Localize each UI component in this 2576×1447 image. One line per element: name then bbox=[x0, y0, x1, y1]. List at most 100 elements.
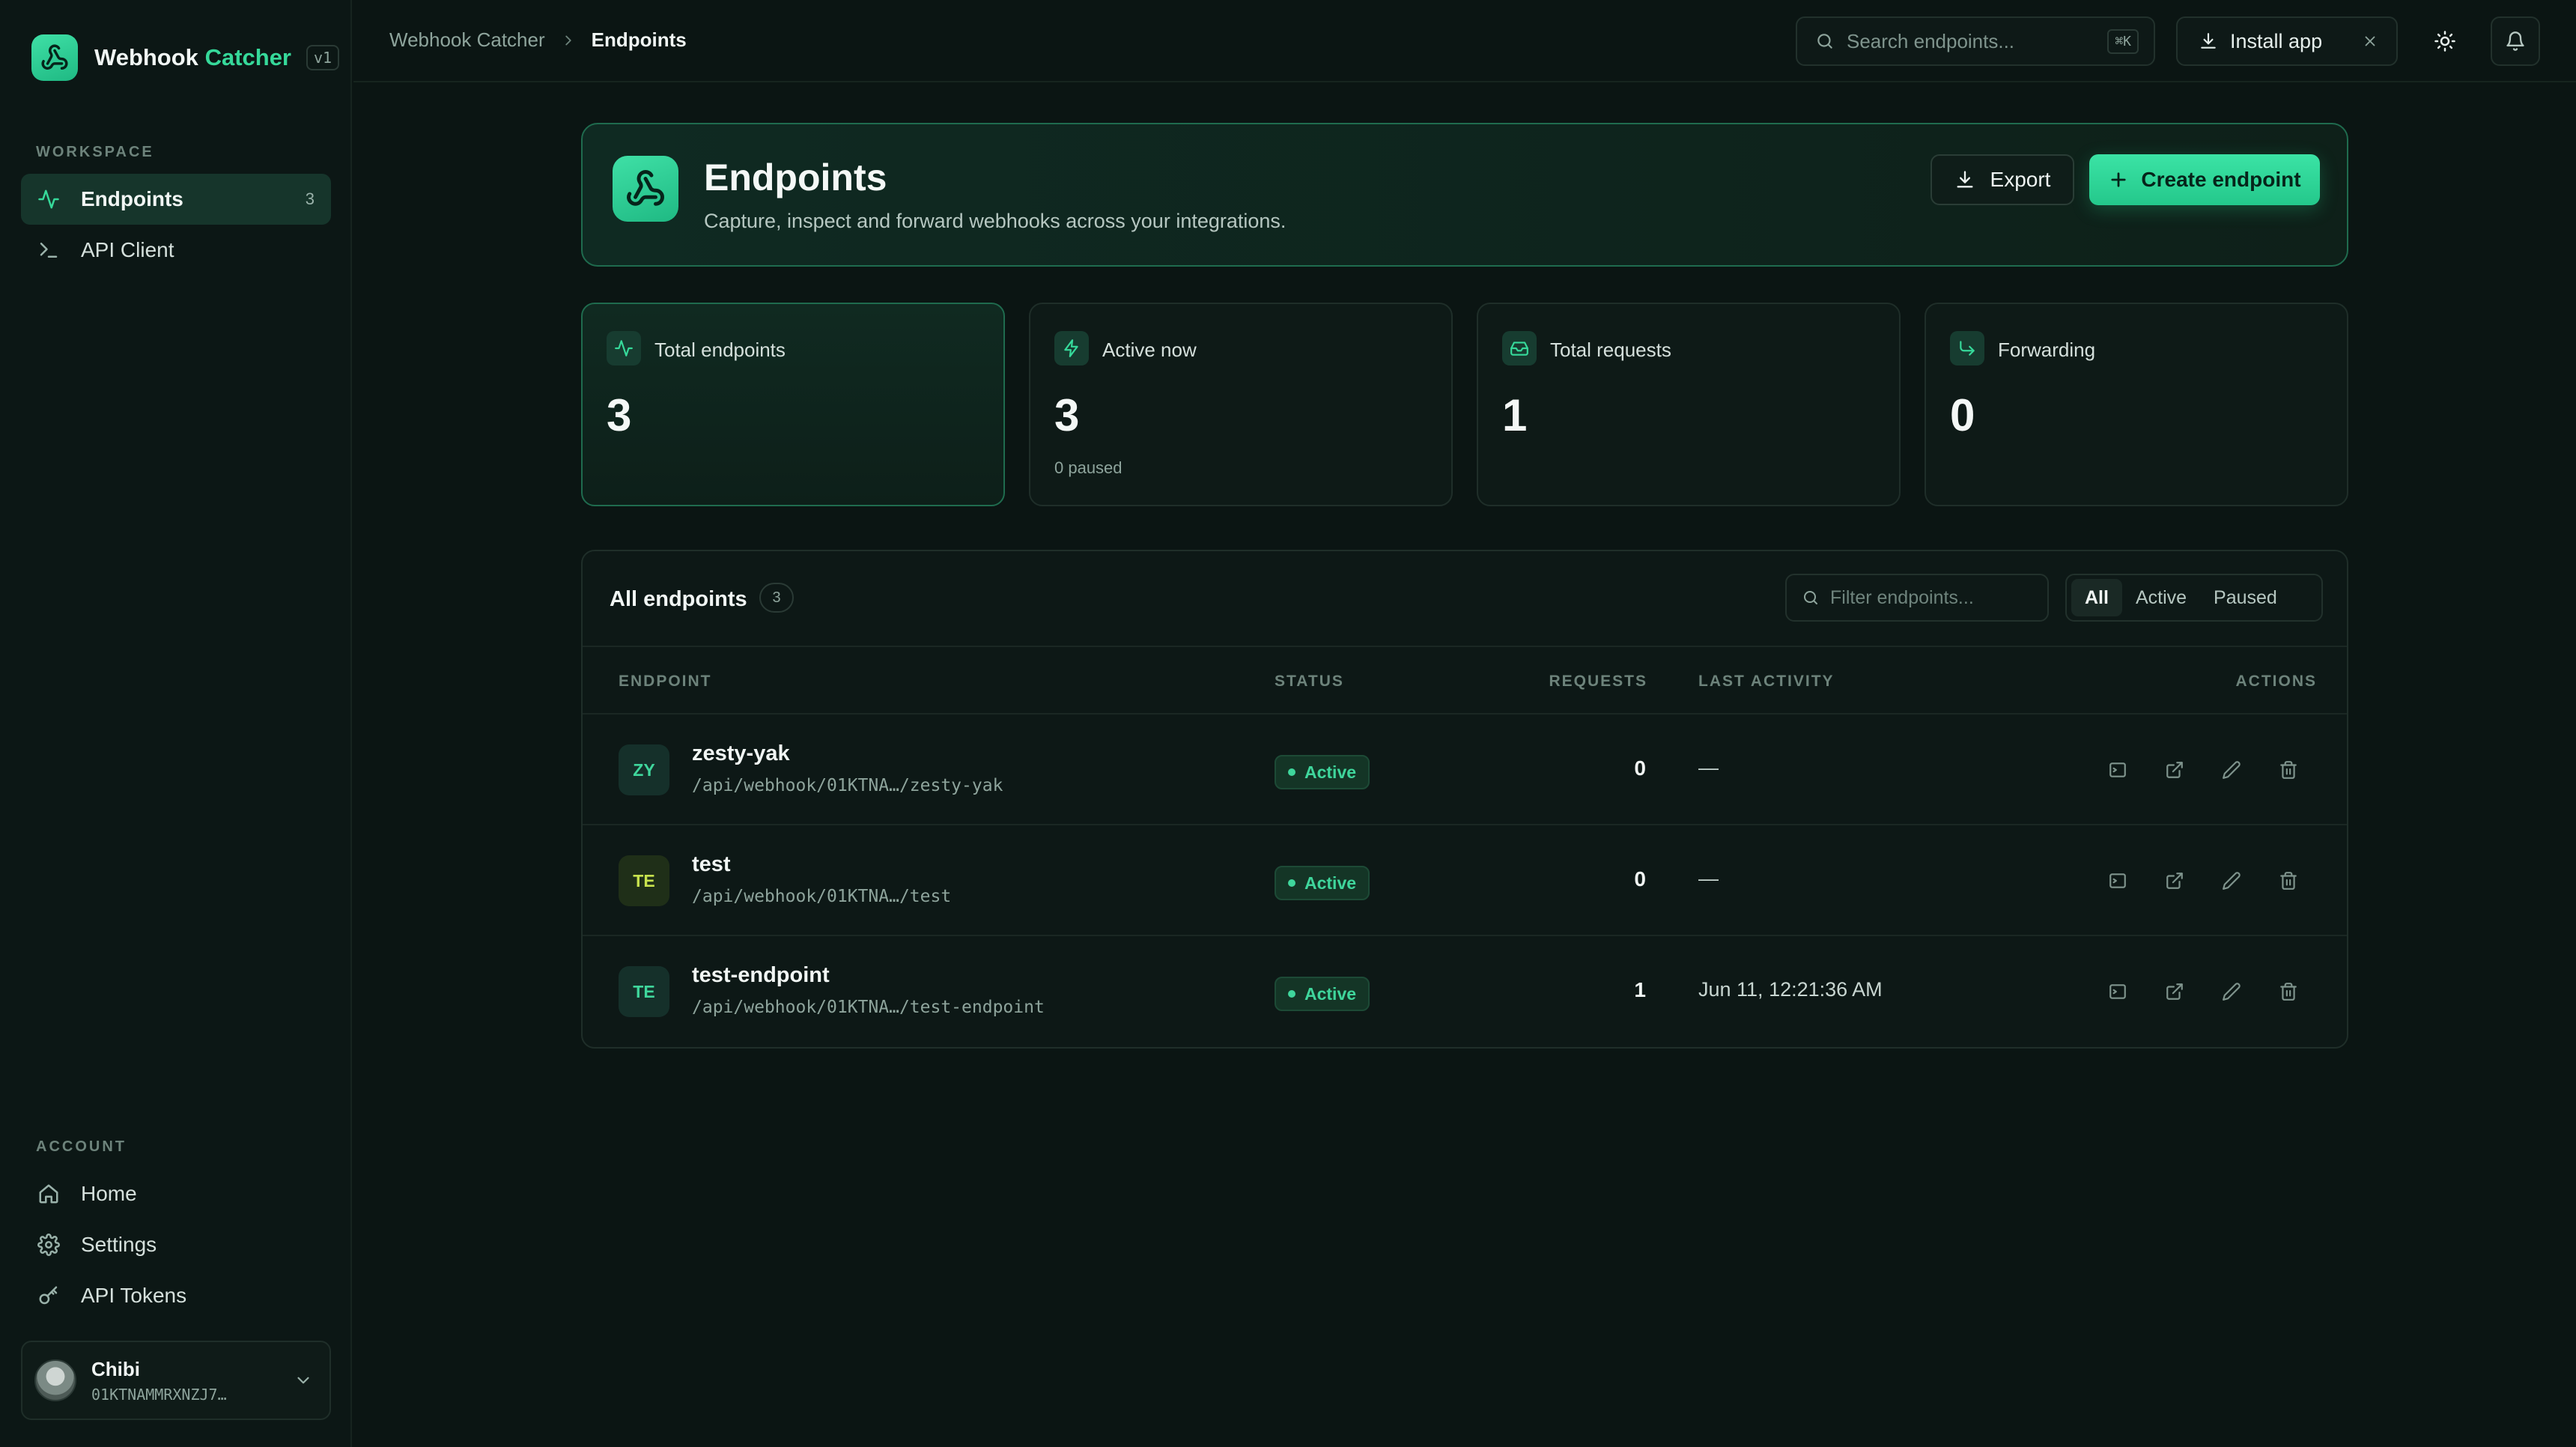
edit-pencil-icon[interactable] bbox=[2215, 864, 2248, 897]
stat-label: Total requests bbox=[1550, 339, 1671, 361]
brand-name: Webhook Catcher bbox=[94, 44, 291, 70]
endpoint-name[interactable]: zesty-yak bbox=[692, 741, 790, 766]
user-menu[interactable]: Chibi 01KTNAMMRXNZJ7… bbox=[21, 1341, 331, 1420]
export-label: Export bbox=[1990, 168, 2051, 191]
download-icon bbox=[2199, 31, 2218, 51]
filter-tab-paused[interactable]: Paused bbox=[2200, 579, 2291, 616]
filter-tab-active[interactable]: Active bbox=[2122, 579, 2200, 616]
theme-toggle-button[interactable] bbox=[2420, 16, 2470, 66]
column-header-status[interactable]: STATUS bbox=[1275, 673, 1344, 691]
status-badge: Active bbox=[1275, 866, 1370, 900]
breadcrumb: Webhook Catcher Endpoints bbox=[389, 28, 687, 52]
sidebar-item-settings[interactable]: Settings bbox=[21, 1219, 331, 1270]
bell-icon bbox=[2505, 31, 2526, 52]
stat-value: 3 bbox=[607, 390, 632, 440]
stat-value: 3 bbox=[1054, 390, 1080, 440]
sidebar-item-label: Endpoints bbox=[81, 187, 183, 210]
home-icon bbox=[36, 1181, 61, 1207]
gear-icon bbox=[36, 1232, 61, 1258]
stat-label: Total endpoints bbox=[654, 339, 786, 361]
table-count-badge: 3 bbox=[759, 583, 794, 613]
status-label: Active bbox=[1304, 762, 1357, 782]
request-count: 0 bbox=[1634, 867, 1646, 891]
create-endpoint-button[interactable]: Create endpoint bbox=[2089, 154, 2320, 205]
search-input[interactable] bbox=[1847, 29, 2086, 53]
endpoint-name[interactable]: test bbox=[692, 852, 731, 877]
stat-label: Active now bbox=[1102, 339, 1197, 361]
status-label: Active bbox=[1304, 983, 1357, 1004]
open-terminal-icon[interactable] bbox=[2101, 753, 2134, 786]
status-dot bbox=[1288, 879, 1295, 887]
endpoint-name[interactable]: test-endpoint bbox=[692, 963, 830, 988]
webhook-logo-icon bbox=[31, 34, 78, 81]
request-count: 1 bbox=[1634, 978, 1646, 1001]
external-link-icon[interactable] bbox=[2158, 753, 2191, 786]
column-header-requests[interactable]: REQUESTS bbox=[1528, 673, 1647, 691]
export-button[interactable]: Export bbox=[1931, 154, 2074, 205]
endpoint-avatar: TE bbox=[619, 855, 669, 906]
user-name: Chibi bbox=[91, 1357, 140, 1380]
table-row[interactable]: ZY zesty-yak /api/webhook/01KTNA…/zesty-… bbox=[583, 715, 2347, 825]
filter-endpoints[interactable] bbox=[1785, 574, 2049, 622]
status-badge: Active bbox=[1275, 977, 1370, 1011]
workspace-section-label: WORKSPACE bbox=[36, 144, 154, 160]
download-icon bbox=[1954, 169, 1975, 190]
plus-icon bbox=[2108, 169, 2129, 190]
global-search[interactable]: ⌘K bbox=[1796, 16, 2155, 66]
sidebar-item-label: API Tokens bbox=[81, 1284, 187, 1307]
edit-pencil-icon[interactable] bbox=[2215, 975, 2248, 1008]
stat-value: 1 bbox=[1502, 390, 1528, 440]
table-row[interactable]: TE test /api/webhook/01KTNA…/test Active… bbox=[583, 825, 2347, 936]
search-icon bbox=[1815, 31, 1835, 51]
install-app-label: Install app bbox=[2230, 29, 2323, 52]
status-dot bbox=[1288, 990, 1295, 998]
open-terminal-icon[interactable] bbox=[2101, 864, 2134, 897]
status-dot bbox=[1288, 768, 1295, 776]
table-header: ENDPOINT STATUS REQUESTS LAST ACTIVITY A… bbox=[583, 646, 2347, 715]
notifications-button[interactable] bbox=[2491, 16, 2540, 66]
status-label: Active bbox=[1304, 873, 1357, 893]
sidebar-item-endpoints[interactable]: Endpoints 3 bbox=[21, 174, 331, 225]
trash-icon[interactable] bbox=[2272, 864, 2305, 897]
endpoints-table-card: All endpoints 3 All Active Paused ENDPOI… bbox=[581, 550, 2348, 1049]
endpoint-path: /api/webhook/01KTNA…/zesty-yak bbox=[692, 776, 1003, 795]
page-title: Endpoints bbox=[704, 157, 887, 198]
chevron-down-icon bbox=[294, 1371, 313, 1394]
external-link-icon[interactable] bbox=[2158, 975, 2191, 1008]
webhook-icon bbox=[613, 156, 678, 222]
brand[interactable]: Webhook Catcher v1 bbox=[31, 34, 340, 81]
trash-icon[interactable] bbox=[2272, 753, 2305, 786]
endpoint-avatar: TE bbox=[619, 966, 669, 1017]
stat-card-total-requests: Total requests 1 bbox=[1477, 303, 1901, 506]
column-header-last-activity[interactable]: LAST ACTIVITY bbox=[1698, 673, 1835, 691]
activity-icon bbox=[607, 331, 641, 365]
create-endpoint-label: Create endpoint bbox=[2141, 168, 2301, 191]
trash-icon[interactable] bbox=[2272, 975, 2305, 1008]
sidebar-item-api-tokens[interactable]: API Tokens bbox=[21, 1270, 331, 1321]
filter-input[interactable] bbox=[1830, 586, 2040, 609]
external-link-icon[interactable] bbox=[2158, 864, 2191, 897]
open-terminal-icon[interactable] bbox=[2101, 975, 2134, 1008]
edit-pencil-icon[interactable] bbox=[2215, 753, 2248, 786]
last-activity: Jun 11, 12:21:36 AM bbox=[1698, 978, 1883, 1001]
breadcrumb-home-link[interactable]: Webhook Catcher bbox=[389, 28, 545, 52]
search-icon bbox=[1802, 589, 1820, 607]
sidebar-item-api-client[interactable]: API Client bbox=[21, 225, 331, 276]
version-badge: v1 bbox=[306, 45, 340, 70]
inbox-icon bbox=[1502, 331, 1537, 365]
status-badge: Active bbox=[1275, 755, 1370, 789]
table-row[interactable]: TE test-endpoint /api/webhook/01KTNA…/te… bbox=[583, 936, 2347, 1047]
column-header-endpoint[interactable]: ENDPOINT bbox=[619, 673, 712, 691]
table-title: All endpoints bbox=[610, 587, 747, 611]
stat-label: Forwarding bbox=[1998, 339, 2096, 361]
sidebar-item-home[interactable]: Home bbox=[21, 1168, 331, 1219]
stat-note: 0 paused bbox=[1054, 458, 1123, 477]
last-activity: — bbox=[1698, 756, 1719, 779]
install-app-button[interactable]: Install app bbox=[2176, 16, 2398, 66]
breadcrumb-current: Endpoints bbox=[591, 28, 687, 51]
stat-card-forwarding: Forwarding 0 bbox=[1925, 303, 2348, 506]
close-icon[interactable] bbox=[2362, 33, 2378, 49]
bolt-icon bbox=[1054, 331, 1089, 365]
filter-tab-all[interactable]: All bbox=[2071, 579, 2122, 616]
stat-card-active-now: Active now 3 0 paused bbox=[1029, 303, 1453, 506]
